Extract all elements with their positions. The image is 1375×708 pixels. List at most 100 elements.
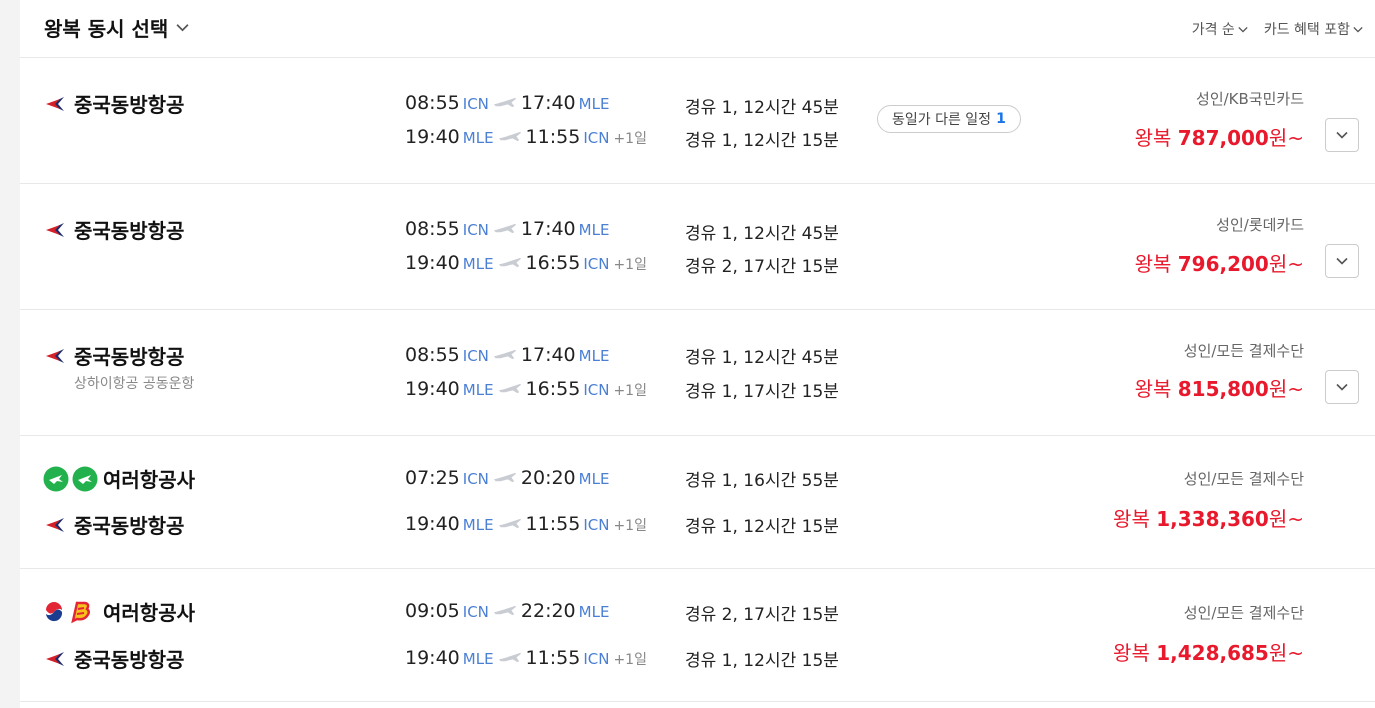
inbound-stops: 경유 2, 17시간 15분	[685, 257, 839, 277]
same-price-count: 1	[996, 111, 1006, 127]
expand-button[interactable]	[1325, 244, 1359, 278]
page-title: 왕복 동시 선택	[44, 17, 169, 41]
airline-name: 여러항공사	[103, 601, 195, 625]
plane-icon	[493, 604, 517, 617]
inbound-segment: 19:40 MLE 16:55 ICN +1일	[405, 252, 647, 274]
outbound-stops: 경유 1, 12시간 45분	[685, 98, 839, 118]
price-suffix: 원~	[1268, 252, 1304, 276]
next-day-badge: +1일	[613, 652, 647, 668]
airline-outbound: 여러항공사	[44, 597, 195, 626]
dep-time: 19:40	[405, 513, 460, 535]
airline-name: 중국동방항공	[74, 93, 185, 117]
price[interactable]: 왕복 796,200원~	[1135, 248, 1304, 277]
price-suffix: 원~	[1268, 507, 1304, 531]
price-amount: 787,000	[1177, 126, 1269, 150]
dep-time: 07:25	[405, 467, 460, 489]
card-benefit: 성인/KB국민카드	[1196, 90, 1304, 108]
plane-icon	[493, 348, 517, 361]
airline-name: 중국동방항공	[74, 648, 185, 672]
airline: 중국동방항공	[44, 89, 184, 118]
price-suffix: 원~	[1268, 126, 1304, 150]
card-benefit: 성인/모든 결제수단	[1183, 604, 1304, 622]
dep-airport: ICN	[462, 95, 489, 113]
plane-icon	[493, 471, 517, 484]
card-filter-label: 카드 혜택 포함	[1263, 22, 1350, 38]
arr-time: 16:55	[525, 252, 581, 274]
china-eastern-logo-icon	[44, 347, 66, 365]
codeshare-note: 상하이항공 공동운항	[74, 376, 195, 392]
outbound-stops: 경유 1, 12시간 45분	[685, 348, 839, 368]
arr-airport: ICN	[583, 129, 610, 147]
price[interactable]: 왕복 1,428,685원~	[1113, 637, 1304, 666]
next-day-badge: +1일	[613, 518, 647, 534]
flight-result-row[interactable]: 중국동방항공 상하이항공 공동운항 08:55 ICN 17:40 MLE 19:4…	[20, 310, 1375, 436]
flight-result-row[interactable]: 중국동방항공 08:55 ICN 17:40 MLE 19:40 MLE 16:55 I…	[20, 184, 1375, 310]
outbound-segment: 07:25 ICN 20:20 MLE	[405, 467, 609, 489]
plane-icon	[493, 222, 517, 235]
arr-airport: ICN	[583, 255, 610, 273]
inbound-stops: 경유 1, 12시간 15분	[685, 651, 839, 671]
price[interactable]: 왕복 815,800원~	[1135, 373, 1304, 402]
sort-dropdown[interactable]: 가격 순	[1192, 19, 1248, 39]
next-day-badge: +1일	[613, 383, 647, 399]
flight-result-row[interactable]: 여러항공사 중국동방항공 09:05 ICN 22:20 MLE 19:40 MLE …	[20, 569, 1375, 702]
airline-outbound: 여러항공사	[43, 464, 195, 493]
outbound-segment: 08:55 ICN 17:40 MLE	[405, 92, 609, 114]
chevron-down-icon	[1238, 26, 1248, 33]
dep-time: 08:55	[405, 218, 460, 240]
inbound-stops: 경유 1, 17시간 15분	[685, 382, 839, 402]
price-amount: 1,338,360	[1156, 507, 1269, 531]
plane-icon	[498, 382, 522, 395]
expand-button[interactable]	[1325, 118, 1359, 152]
expand-button[interactable]	[1325, 370, 1359, 404]
budget-airline-logo-icon	[71, 601, 90, 623]
price-prefix: 왕복	[1113, 507, 1150, 531]
outbound-stops: 경유 1, 12시간 45분	[685, 224, 839, 244]
chevron-down-icon	[1336, 383, 1348, 391]
same-price-other-schedule-button[interactable]: 동일가 다른 일정 1	[877, 105, 1021, 133]
price[interactable]: 왕복 1,338,360원~	[1113, 503, 1304, 532]
dep-time: 08:55	[405, 344, 460, 366]
dep-airport: ICN	[462, 470, 489, 488]
price-prefix: 왕복	[1134, 126, 1172, 150]
dep-time: 19:40	[405, 378, 460, 400]
airline-inbound: 중국동방항공	[44, 510, 184, 539]
next-day-badge: +1일	[613, 131, 647, 147]
arr-time: 11:55	[525, 513, 581, 535]
flight-result-row[interactable]: 중국동방항공 08:55 ICN 17:40 MLE 19:40 MLE 11:55 I…	[20, 58, 1375, 184]
roundtrip-select-dropdown[interactable]: 왕복 동시 선택	[44, 13, 189, 42]
arr-time: 22:20	[520, 600, 576, 622]
china-eastern-logo-icon	[44, 650, 66, 668]
plane-icon	[498, 517, 522, 530]
card-filter-dropdown[interactable]: 카드 혜택 포함	[1264, 19, 1363, 39]
dep-airport: MLE	[462, 255, 494, 273]
arr-airport: MLE	[578, 347, 610, 365]
airline-name: 중국동방항공	[74, 345, 185, 369]
sort-label: 가격 순	[1191, 22, 1235, 38]
arr-airport: MLE	[578, 221, 610, 239]
inbound-segment: 19:40 MLE 11:55 ICN +1일	[405, 513, 647, 535]
next-day-badge: +1일	[613, 257, 647, 273]
airline: 중국동방항공 상하이항공 공동운항	[44, 341, 194, 392]
inbound-segment: 19:40 MLE 11:55 ICN +1일	[405, 647, 647, 669]
outbound-stops: 경유 1, 16시간 55분	[685, 471, 839, 491]
price-prefix: 왕복	[1134, 377, 1172, 401]
arr-airport: ICN	[583, 381, 610, 399]
price-amount: 1,428,685	[1156, 641, 1269, 665]
plane-icon	[498, 130, 522, 143]
arr-time: 11:55	[525, 647, 581, 669]
airline: 중국동방항공	[44, 215, 184, 244]
arr-airport: MLE	[578, 470, 610, 488]
outbound-segment: 08:55 ICN 17:40 MLE	[405, 344, 609, 366]
price-suffix: 원~	[1268, 641, 1304, 665]
price-suffix: 원~	[1268, 377, 1304, 401]
price-amount: 815,800	[1177, 377, 1269, 401]
chevron-down-icon	[1336, 131, 1348, 139]
price[interactable]: 왕복 787,000원~	[1135, 122, 1304, 151]
inbound-segment: 19:40 MLE 16:55 ICN +1일	[405, 378, 647, 400]
flight-result-row[interactable]: 여러항공사 중국동방항공 07:25 ICN 20:20 MLE 19:40 MLE …	[20, 436, 1375, 569]
airline-name: 여러항공사	[103, 468, 195, 492]
dep-time: 19:40	[405, 252, 460, 274]
arr-time: 17:40	[520, 92, 576, 114]
chevron-down-icon	[1353, 26, 1363, 33]
